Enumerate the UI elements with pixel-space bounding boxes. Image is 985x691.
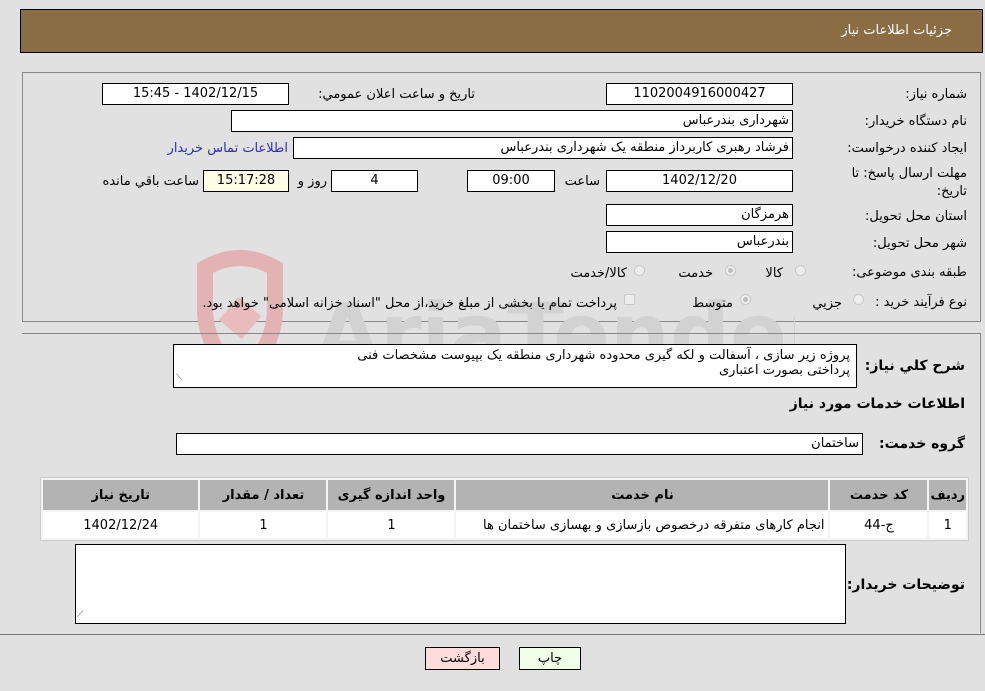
buyer-contact-link[interactable]: اطلاعات تماس خریدار — [168, 141, 288, 156]
table-row: 1 ج-44 انجام کارهای متفرقه درخصوص بازساز… — [43, 512, 966, 538]
deadline-date-field: 1402/12/20 — [606, 170, 793, 192]
need-number-label: شماره نیاز: — [905, 87, 967, 102]
buyer-notes-textarea[interactable] — [75, 544, 846, 624]
days-field: 4 — [331, 170, 418, 192]
province-field: هرمزگان — [606, 204, 793, 226]
announce-datetime-field: 1402/12/15 - 15:45 — [102, 83, 289, 105]
announce-datetime-label: تاریخ و ساعت اعلان عمومي: — [318, 87, 475, 102]
services-section-title: اطلاعات خدمات مورد نیاز — [789, 396, 965, 412]
requester-field: فرشاد رهبری کاربرداز منطقه یک شهرداری بن… — [293, 137, 793, 159]
category-radio-goods-service[interactable] — [634, 265, 645, 276]
col-row-number: ردیف — [929, 480, 966, 510]
deadline-time-label: ساعت — [564, 174, 600, 189]
col-service-code: کد خدمت — [830, 480, 928, 510]
back-button[interactable]: بازگشت — [425, 647, 500, 670]
col-quantity: تعداد / مقدار — [200, 480, 327, 510]
treasury-checkbox[interactable] — [624, 294, 635, 305]
treasury-note: پرداخت تمام یا بخشی از مبلغ خرید،از محل … — [202, 296, 617, 311]
description-textarea[interactable]: پروژه زیر سازی ، آسفالت و لکه گیری محدود… — [173, 344, 857, 388]
purchase-type-radio-minor[interactable] — [853, 294, 864, 305]
category-option-service: خدمت — [678, 266, 713, 281]
city-label: شهر محل تحویل: — [872, 236, 967, 251]
footer-divider — [0, 634, 985, 635]
description-label: شرح کلي نیاز: — [864, 358, 965, 374]
cell-service-name: انجام کارهای متفرقه درخصوص بازسازی و بهس… — [456, 512, 829, 538]
services-table: ردیف کد خدمت نام خدمت واحد اندازه گیری ت… — [40, 477, 969, 541]
purchase-type-option-medium: متوسط — [692, 296, 733, 311]
remaining-time-label: ساعت باقي مانده — [102, 174, 199, 189]
cell-service-code: ج-44 — [830, 512, 928, 538]
purchase-type-label: نوع فرآیند خرید : — [875, 295, 967, 310]
col-service-name: نام خدمت — [456, 480, 829, 510]
category-option-goods: کالا — [765, 266, 783, 281]
buyer-org-label: نام دستگاه خریدار: — [864, 114, 967, 129]
need-number-field: 1102004916000427 — [606, 83, 793, 105]
description-line-1: پروژه زیر سازی ، آسفالت و لکه گیری محدود… — [357, 348, 850, 363]
province-label: استان محل تحویل: — [865, 209, 967, 224]
cell-quantity: 1 — [200, 512, 327, 538]
resize-grip-icon[interactable]: ⟋ — [77, 610, 83, 690]
days-label: روز و — [297, 174, 327, 189]
deadline-time-field: 09:00 — [467, 170, 555, 192]
buyer-org-field: شهرداری بندرعباس — [231, 110, 793, 132]
deadline-label: مهلت ارسال پاسخ: تا تاریخ: — [851, 166, 967, 199]
requester-label: ایجاد کننده درخواست: — [847, 141, 967, 156]
col-unit: واحد اندازه گیری — [328, 480, 455, 510]
page-title: جزئیات اطلاعات نیاز — [841, 23, 952, 38]
buyer-notes-label: توضیحات خریدار: — [846, 577, 965, 593]
category-option-goods-service: کالا/خدمت — [570, 266, 627, 281]
table-header-row: ردیف کد خدمت نام خدمت واحد اندازه گیری ت… — [43, 480, 966, 510]
category-label: طبقه بندی موضوعی: — [851, 265, 967, 280]
cell-need-date: 1402/12/24 — [43, 512, 199, 538]
category-radio-service[interactable] — [725, 265, 736, 276]
category-radio-goods[interactable] — [795, 265, 806, 276]
service-group-field: ساختمان — [176, 433, 863, 455]
cell-unit: 1 — [328, 512, 455, 538]
print-button[interactable]: چاپ — [519, 647, 581, 670]
service-group-label: گروه خدمت: — [879, 436, 965, 452]
purchase-type-radio-medium[interactable] — [740, 294, 751, 305]
remaining-time-field: 15:17:28 — [203, 170, 289, 192]
page-header: جزئیات اطلاعات نیاز — [20, 9, 983, 53]
city-field: بندرعباس — [606, 231, 793, 253]
cell-row-number: 1 — [929, 512, 966, 538]
description-line-2: پرداختی بصورت اعتباری — [718, 363, 850, 378]
resize-grip-icon[interactable]: ⟋ — [176, 371, 182, 386]
col-need-date: تاریخ نیاز — [43, 480, 199, 510]
purchase-type-option-minor: جزيي — [812, 296, 842, 311]
